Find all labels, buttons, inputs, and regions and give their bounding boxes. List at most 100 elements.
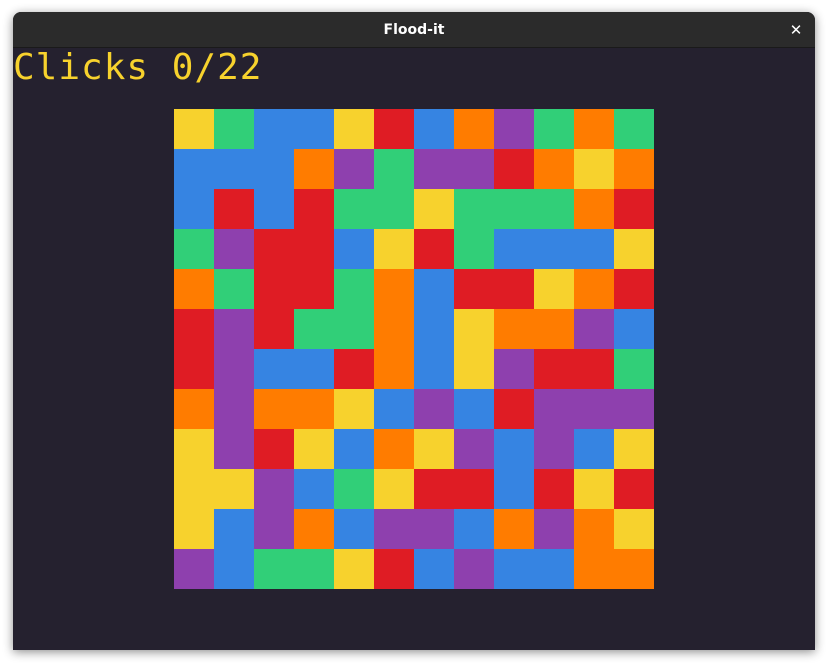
board-cell-red[interactable]	[494, 389, 534, 429]
board-cell-orange[interactable]	[574, 269, 614, 309]
board-cell-orange[interactable]	[614, 149, 654, 189]
board-cell-green[interactable]	[614, 349, 654, 389]
board-cell-yellow[interactable]	[374, 469, 414, 509]
board-cell-blue[interactable]	[174, 149, 214, 189]
board-cell-green[interactable]	[494, 189, 534, 229]
board-cell-orange[interactable]	[574, 189, 614, 229]
board-cell-orange[interactable]	[494, 509, 534, 549]
board-cell-green[interactable]	[374, 189, 414, 229]
board-cell-orange[interactable]	[374, 269, 414, 309]
board-cell-blue[interactable]	[494, 469, 534, 509]
board-cell-blue[interactable]	[334, 229, 374, 269]
board-cell-red[interactable]	[614, 469, 654, 509]
board-cell-yellow[interactable]	[174, 429, 214, 469]
board-cell-blue[interactable]	[614, 309, 654, 349]
board-cell-green[interactable]	[214, 109, 254, 149]
board-cell-yellow[interactable]	[534, 269, 574, 309]
board-cell-purple[interactable]	[534, 429, 574, 469]
board-cell-red[interactable]	[174, 309, 214, 349]
board-cell-green[interactable]	[534, 189, 574, 229]
board-cell-green[interactable]	[254, 549, 294, 589]
board-cell-yellow[interactable]	[614, 229, 654, 269]
board-cell-orange[interactable]	[174, 269, 214, 309]
board-cell-blue[interactable]	[534, 549, 574, 589]
board-cell-yellow[interactable]	[174, 109, 214, 149]
board-cell-yellow[interactable]	[574, 469, 614, 509]
board-cell-purple[interactable]	[454, 149, 494, 189]
board-cell-blue[interactable]	[534, 229, 574, 269]
board-cell-purple[interactable]	[614, 389, 654, 429]
board-cell-purple[interactable]	[174, 549, 214, 589]
board-cell-blue[interactable]	[414, 549, 454, 589]
board-cell-yellow[interactable]	[374, 229, 414, 269]
board-cell-purple[interactable]	[334, 149, 374, 189]
board-cell-yellow[interactable]	[174, 469, 214, 509]
board-cell-blue[interactable]	[294, 109, 334, 149]
board-cell-green[interactable]	[534, 109, 574, 149]
board-cell-red[interactable]	[294, 229, 334, 269]
board-cell-blue[interactable]	[174, 189, 214, 229]
board-cell-blue[interactable]	[454, 509, 494, 549]
board-cell-blue[interactable]	[454, 389, 494, 429]
board-cell-green[interactable]	[334, 189, 374, 229]
board-cell-orange[interactable]	[374, 429, 414, 469]
board-cell-yellow[interactable]	[334, 109, 374, 149]
board-cell-yellow[interactable]	[614, 509, 654, 549]
board-cell-red[interactable]	[254, 229, 294, 269]
board-cell-blue[interactable]	[254, 349, 294, 389]
board-cell-purple[interactable]	[454, 549, 494, 589]
board-cell-red[interactable]	[534, 349, 574, 389]
board-cell-red[interactable]	[294, 189, 334, 229]
board-cell-red[interactable]	[414, 469, 454, 509]
board-cell-purple[interactable]	[254, 509, 294, 549]
board-cell-yellow[interactable]	[414, 429, 454, 469]
board-cell-red[interactable]	[254, 269, 294, 309]
board-cell-orange[interactable]	[454, 109, 494, 149]
board-cell-purple[interactable]	[574, 389, 614, 429]
board-cell-purple[interactable]	[414, 149, 454, 189]
board-cell-purple[interactable]	[534, 389, 574, 429]
board-cell-blue[interactable]	[414, 349, 454, 389]
board-cell-red[interactable]	[294, 269, 334, 309]
board-cell-red[interactable]	[414, 229, 454, 269]
board-cell-purple[interactable]	[374, 509, 414, 549]
board-cell-red[interactable]	[454, 469, 494, 509]
board-cell-green[interactable]	[454, 189, 494, 229]
board-cell-orange[interactable]	[254, 389, 294, 429]
board-cell-blue[interactable]	[494, 549, 534, 589]
board-cell-blue[interactable]	[574, 429, 614, 469]
board-cell-green[interactable]	[214, 269, 254, 309]
board-cell-red[interactable]	[214, 189, 254, 229]
board-cell-green[interactable]	[454, 229, 494, 269]
board-cell-yellow[interactable]	[454, 349, 494, 389]
board-cell-red[interactable]	[614, 269, 654, 309]
board-cell-blue[interactable]	[294, 349, 334, 389]
board-cell-orange[interactable]	[614, 549, 654, 589]
board-cell-blue[interactable]	[294, 469, 334, 509]
board-cell-red[interactable]	[534, 469, 574, 509]
board-cell-yellow[interactable]	[574, 149, 614, 189]
board-cell-orange[interactable]	[374, 309, 414, 349]
board-cell-blue[interactable]	[374, 389, 414, 429]
board-cell-orange[interactable]	[574, 549, 614, 589]
board-cell-purple[interactable]	[214, 389, 254, 429]
board-cell-orange[interactable]	[534, 309, 574, 349]
board-cell-yellow[interactable]	[334, 389, 374, 429]
board-cell-green[interactable]	[334, 469, 374, 509]
close-icon[interactable]: ✕	[785, 19, 807, 41]
board-cell-green[interactable]	[174, 229, 214, 269]
board-cell-red[interactable]	[494, 269, 534, 309]
board-cell-orange[interactable]	[374, 349, 414, 389]
board-cell-orange[interactable]	[174, 389, 214, 429]
title-bar[interactable]: Flood-it ✕	[13, 12, 815, 48]
board-cell-orange[interactable]	[534, 149, 574, 189]
board-cell-yellow[interactable]	[334, 549, 374, 589]
board-cell-red[interactable]	[334, 349, 374, 389]
board-cell-blue[interactable]	[254, 149, 294, 189]
board-cell-purple[interactable]	[214, 309, 254, 349]
board-cell-blue[interactable]	[214, 549, 254, 589]
board-cell-blue[interactable]	[214, 509, 254, 549]
board-cell-orange[interactable]	[294, 389, 334, 429]
board-cell-blue[interactable]	[494, 229, 534, 269]
board-cell-blue[interactable]	[254, 109, 294, 149]
